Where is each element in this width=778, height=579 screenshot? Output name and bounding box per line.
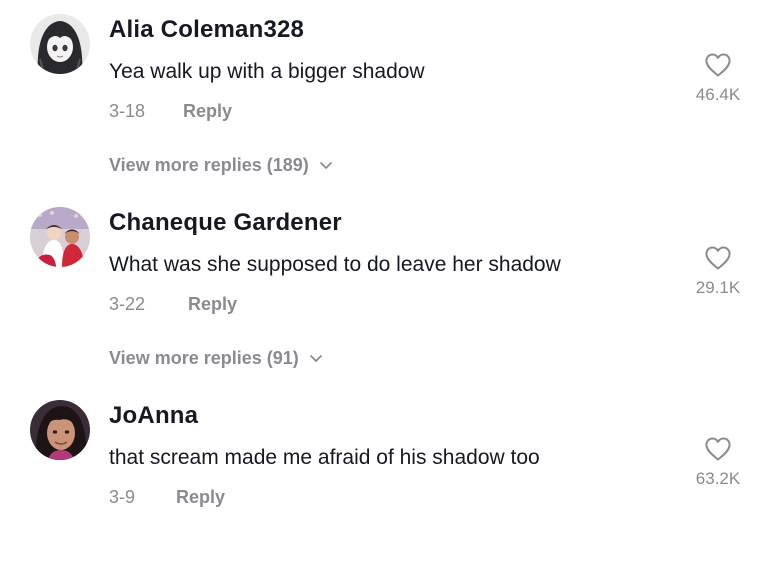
- comment-date: 3-9: [109, 487, 136, 507]
- avatar-children-photo-icon: [30, 207, 90, 267]
- reply-button[interactable]: Reply: [183, 101, 232, 122]
- comment-item: Alia Coleman328 Yea walk up with a bigge…: [0, 0, 778, 193]
- avatar-woman-photo-icon: [30, 400, 90, 460]
- like-count: 46.4K: [695, 85, 741, 104]
- comment-username[interactable]: Alia Coleman328: [109, 16, 304, 44]
- like-control: 46.4K: [688, 52, 748, 104]
- view-more-replies-label: View more replies (189): [109, 155, 309, 175]
- comment-text: What was she supposed to do leave her sh…: [109, 253, 561, 276]
- comment-item: Chaneque Gardener What was she supposed …: [0, 193, 778, 386]
- chevron-down-icon: [309, 348, 323, 369]
- avatar[interactable]: [30, 400, 90, 460]
- like-control: 29.1K: [688, 245, 748, 297]
- comment-username[interactable]: Chaneque Gardener: [109, 209, 342, 237]
- comment-text: Yea walk up with a bigger shadow: [109, 60, 425, 83]
- comment-date: 3-18: [109, 101, 146, 121]
- heart-outline-icon[interactable]: [688, 52, 748, 83]
- reply-button[interactable]: Reply: [176, 487, 225, 508]
- heart-outline-icon[interactable]: [688, 245, 748, 276]
- chevron-down-icon: [319, 155, 333, 176]
- view-more-replies-label: View more replies (91): [109, 348, 299, 368]
- like-count: 63.2K: [695, 469, 741, 488]
- heart-outline-icon[interactable]: [688, 436, 748, 467]
- comment-item: JoAnna that scream made me afraid of his…: [0, 386, 778, 579]
- comment-date: 3-22: [109, 294, 146, 314]
- avatar-anime-girl-icon: [30, 14, 90, 74]
- avatar[interactable]: [30, 207, 90, 267]
- view-more-replies-button[interactable]: View more replies (91): [109, 348, 323, 369]
- like-count: 29.1K: [695, 278, 741, 297]
- comment-username[interactable]: JoAnna: [109, 402, 198, 430]
- view-more-replies-button[interactable]: View more replies (189): [109, 155, 333, 176]
- avatar[interactable]: [30, 14, 90, 74]
- reply-button[interactable]: Reply: [188, 294, 237, 315]
- comment-text: that scream made me afraid of his shadow…: [109, 446, 540, 469]
- like-control: 63.2K: [688, 436, 748, 488]
